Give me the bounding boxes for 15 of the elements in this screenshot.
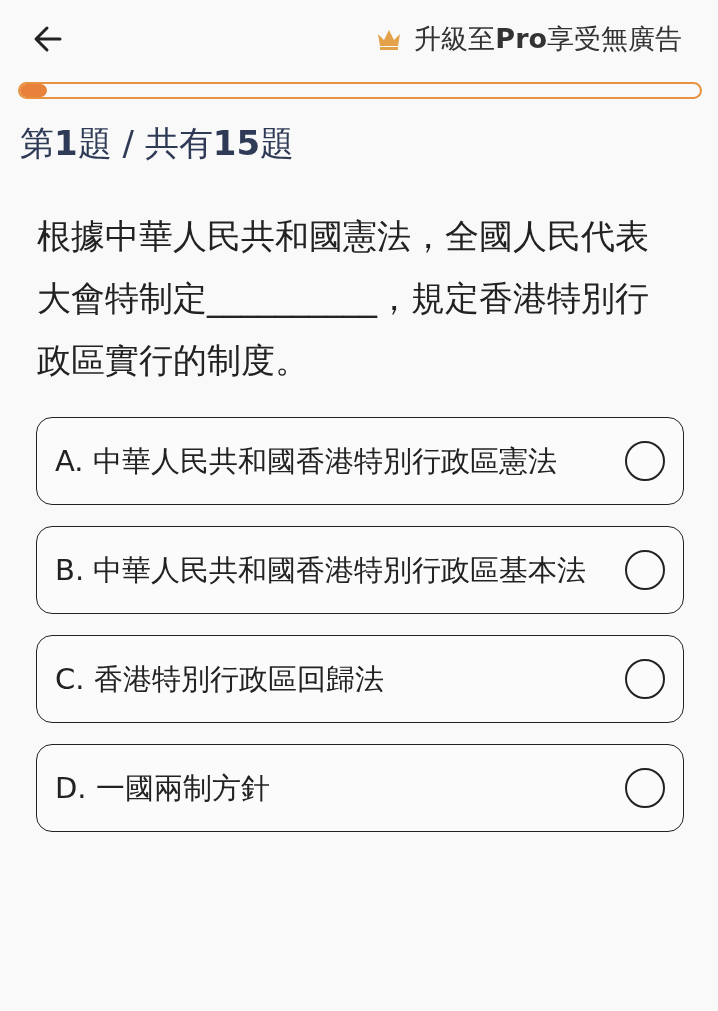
radio-button[interactable]	[625, 441, 665, 481]
radio-button[interactable]	[625, 550, 665, 590]
question-counter: 第1題 / 共有15題	[20, 122, 296, 165]
option-text: C. 香港特別行政區回歸法	[55, 661, 385, 698]
answer-option[interactable]: A. 中華人民共和國香港特別行政區憲法	[36, 417, 684, 505]
answer-option[interactable]: B. 中華人民共和國香港特別行政區基本法	[36, 526, 684, 614]
option-text: A. 中華人民共和國香港特別行政區憲法	[55, 443, 558, 480]
answer-option[interactable]: C. 香港特別行政區回歸法	[36, 635, 684, 723]
radio-button[interactable]	[625, 768, 665, 808]
option-text: D. 一國兩制方針	[55, 770, 271, 807]
question-text: 根據中華人民共和國憲法，全國人民代表大會特制定__________，規定香港特別行政區實行的制度。	[37, 215, 650, 382]
answer-option[interactable]: D. 一國兩制方針	[36, 744, 684, 832]
option-text: B. 中華人民共和國香港特別行政區基本法	[55, 552, 588, 589]
upgrade-link[interactable]: 升級至Pro享受無廣告	[414, 21, 682, 57]
radio-button[interactable]	[625, 659, 665, 699]
